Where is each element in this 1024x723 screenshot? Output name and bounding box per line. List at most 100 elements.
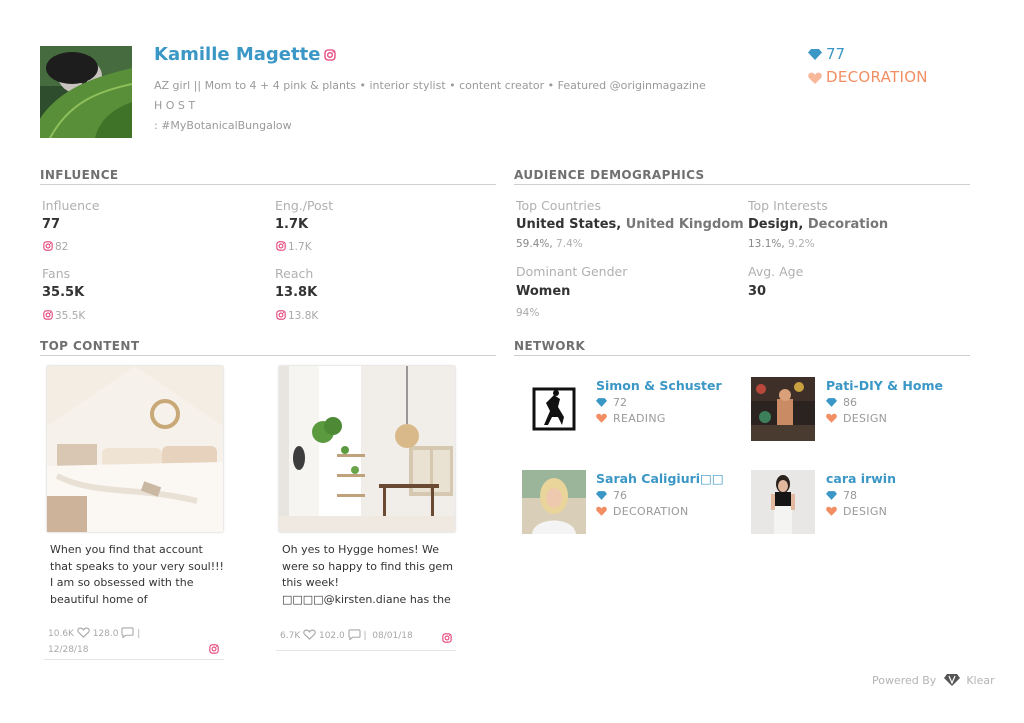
brand-name: Klear [966, 674, 995, 687]
fans-sub: 35.5K [43, 310, 85, 322]
section-audience-title: AUDIENCE DEMOGRAPHICS [514, 168, 970, 185]
comment-icon [121, 627, 134, 638]
network-name-1[interactable]: Simon & Schuster [596, 378, 722, 393]
profile-name-text[interactable]: Kamille Magette [154, 44, 320, 65]
heart-outline-icon [303, 629, 316, 640]
section-network-title: NETWORK [514, 339, 970, 356]
diamond-icon [826, 398, 837, 407]
instagram-icon [43, 310, 53, 320]
footer-powered-by[interactable]: Powered By Klear [872, 674, 995, 687]
network-avatar-1[interactable] [522, 377, 586, 441]
network-avatar-4[interactable] [751, 470, 815, 534]
interests-label: Top Interests [748, 198, 828, 213]
diamond-icon [596, 398, 607, 407]
heart-icon [596, 413, 607, 423]
post-comments-1: 128.0 [92, 629, 119, 639]
post-text-2: Oh yes to Hygge homes! We were so happy … [282, 543, 453, 606]
diamond-icon [826, 491, 837, 500]
countries-label: Top Countries [516, 198, 602, 213]
age-label: Avg. Age [748, 264, 804, 279]
post-image-2[interactable] [279, 366, 455, 532]
gender-pct: 94% [516, 307, 540, 319]
gender-label: Dominant Gender [516, 264, 628, 279]
network-score-value: 78 [843, 489, 857, 502]
post-meta-2: 6.7K 102.0 | 08/01/18 [280, 629, 413, 641]
network-name-4[interactable]: cara irwin [826, 471, 896, 486]
profile-name[interactable]: Kamille Magette [154, 44, 336, 66]
countries-pct: 59.4%, 7.4% [516, 238, 583, 250]
country-2: United Kingdom [625, 217, 744, 232]
instagram-icon [276, 241, 286, 251]
network-score-2: 86 [826, 396, 857, 409]
influence-value: 77 [42, 217, 61, 232]
reach-value: 13.8K [275, 285, 318, 300]
country-pct-2: 7.4% [556, 238, 583, 250]
network-score-4: 78 [826, 489, 857, 502]
network-score-3: 76 [596, 489, 627, 502]
interest-pct-2: 9.2% [788, 238, 815, 250]
post-date-2: 08/01/18 [372, 631, 413, 641]
network-score-value: 86 [843, 396, 857, 409]
post-likes-1: 10.6K [48, 629, 74, 639]
network-category-value: READING [613, 412, 666, 425]
network-score-value: 72 [613, 396, 627, 409]
instagram-icon[interactable] [442, 628, 452, 647]
klear-logo-icon [943, 674, 960, 686]
network-category-3: DECORATION [596, 505, 688, 518]
network-avatar-3[interactable] [522, 470, 586, 534]
powered-by-text: Powered By [872, 674, 937, 687]
profile-category: DECORATION [808, 68, 928, 86]
bio-line-1: AZ girl || Mom to 4 + 4 pink & plants • … [154, 79, 706, 112]
divider: | [137, 629, 141, 639]
influence-label: Influence [42, 198, 100, 213]
bio-line-2: : #MyBotanicalBungalow [154, 119, 292, 132]
interest-2: Decoration [807, 217, 889, 232]
post-date-1: 12/28/18 [48, 645, 89, 655]
network-avatar-2[interactable] [751, 377, 815, 441]
interests-pct: 13.1%, 9.2% [748, 238, 815, 250]
network-score-value: 76 [613, 489, 627, 502]
profile-avatar[interactable] [40, 46, 132, 138]
interest-1: Design, [748, 217, 804, 232]
heart-icon [808, 72, 822, 84]
heart-icon [826, 506, 837, 516]
influence-sub: 82 [43, 241, 68, 253]
network-category-1: READING [596, 412, 666, 425]
network-category-value: DECORATION [613, 505, 689, 518]
reach-label: Reach [275, 266, 314, 281]
network-category-value: DESIGN [843, 505, 888, 518]
post-image-1[interactable] [47, 366, 223, 532]
eng-label: Eng./Post [275, 198, 334, 213]
network-name-2[interactable]: Pati-DIY & Home [826, 378, 943, 393]
fans-value: 35.5K [42, 285, 85, 300]
section-influence-title: INFLUENCE [40, 168, 496, 185]
network-score-1: 72 [596, 396, 627, 409]
countries-value: United States, United Kingdom [516, 217, 744, 232]
network-category-value: DESIGN [843, 412, 888, 425]
post-comments-2: 102.0 [318, 631, 345, 641]
section-top-content-title: TOP CONTENT [40, 339, 496, 356]
comment-icon [348, 629, 361, 640]
interests-value: Design, Decoration [748, 217, 888, 232]
eng-value: 1.7K [275, 217, 309, 232]
reach-sub-value: 13.8K [288, 310, 319, 322]
diamond-icon [596, 491, 607, 500]
post-likes-2: 6.7K [280, 631, 301, 641]
gender-value: Women [516, 284, 571, 299]
profile-bio: AZ girl || Mom to 4 + 4 pink & plants • … [154, 76, 714, 136]
divider: | [363, 631, 367, 641]
country-pct-1: 59.4%, [516, 238, 553, 250]
profile-score: 77 [808, 45, 845, 63]
profile-category-value: DECORATION [826, 68, 928, 86]
network-category-2: DESIGN [826, 412, 887, 425]
fans-sub-value: 35.5K [55, 310, 86, 322]
instagram-icon[interactable] [324, 45, 336, 66]
heart-icon [826, 413, 837, 423]
post-divider-1 [44, 659, 224, 660]
heart-icon [596, 506, 607, 516]
post-text-1: When you find that account that speaks t… [50, 543, 224, 606]
influence-sub-value: 82 [55, 241, 69, 253]
instagram-icon[interactable] [209, 639, 219, 658]
heart-outline-icon [77, 627, 90, 638]
network-name-3[interactable]: Sarah Caligiuri□□ [596, 471, 724, 486]
